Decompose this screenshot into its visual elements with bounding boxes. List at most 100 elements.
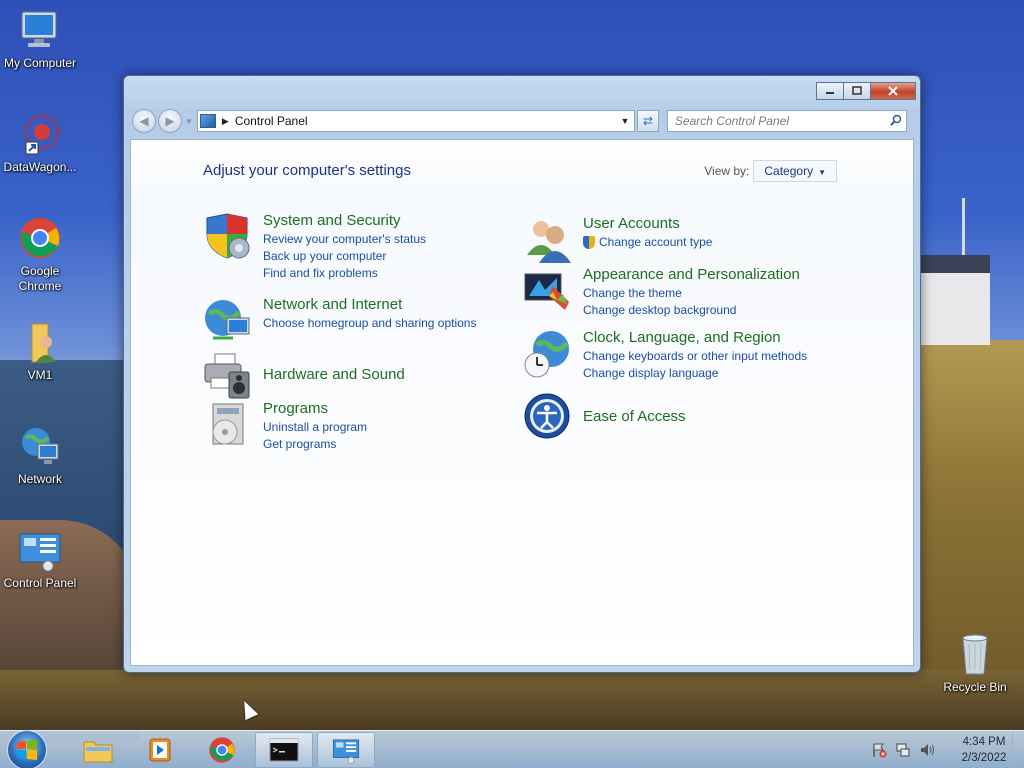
address-bar[interactable]: ▶ Control Panel ▼ <box>196 110 635 132</box>
control-panel-window: ◀ ▶ ▼ ▶ Control Panel ▼ ⇄ Adjust your co… <box>123 75 921 673</box>
chrome-icon <box>18 216 62 260</box>
link-back-up[interactable]: Back up your computer <box>263 248 426 265</box>
desktop-icon-datawagon[interactable]: DataWagon... <box>0 112 80 175</box>
taskbar-command-prompt[interactable] <box>255 731 313 768</box>
view-by-value: Category <box>764 164 814 178</box>
desktop-icon-label: VM1 <box>27 368 53 382</box>
forward-button[interactable]: ▶ <box>158 109 182 133</box>
search-input[interactable] <box>674 114 886 128</box>
category-title-ease-of-access[interactable]: Ease of Access <box>583 408 686 426</box>
view-by-dropdown[interactable]: Category ▼ <box>753 160 837 182</box>
appearance-icon[interactable] <box>523 266 573 316</box>
link-change-display-language[interactable]: Change display language <box>583 365 807 382</box>
view-by: View by: Category ▼ <box>704 160 837 182</box>
start-button[interactable] <box>7 729 47 768</box>
taskbar-media-player[interactable] <box>131 732 189 768</box>
taskbar: 4:34 PM 2/3/2022 <box>0 729 1024 768</box>
network-tray-icon[interactable] <box>894 741 912 759</box>
recycle-bin-icon <box>953 632 997 676</box>
network-globe-icon[interactable] <box>203 296 253 346</box>
category-user-accounts: User Accounts Change account type <box>523 215 712 265</box>
clock-time: 4:34 PM <box>962 736 1006 748</box>
programs-icon[interactable] <box>203 400 253 450</box>
search-box[interactable] <box>666 110 907 132</box>
category-network-and-internet: Network and Internet Choose homegroup an… <box>203 296 476 346</box>
category-title-user-accounts[interactable]: User Accounts <box>583 215 712 233</box>
wallpaper-ground <box>0 670 1024 730</box>
ease-of-access-icon[interactable] <box>523 392 573 442</box>
category-title-network-and-internet[interactable]: Network and Internet <box>263 296 476 314</box>
forward-arrow-icon: ▶ <box>165 114 175 128</box>
desktop-icon-control-panel[interactable]: Control Panel <box>0 528 80 591</box>
link-get-programs[interactable]: Get programs <box>263 436 367 453</box>
desktop-icon-vm1[interactable]: VM1 <box>0 320 80 383</box>
control-panel-icon <box>18 528 62 572</box>
category-clock-language-region: Clock, Language, and Region Change keybo… <box>523 329 807 382</box>
link-find-fix-problems[interactable]: Find and fix problems <box>263 265 426 282</box>
category-title-hardware-and-sound[interactable]: Hardware and Sound <box>263 366 405 384</box>
link-review-status[interactable]: Review your computer's status <box>263 231 426 248</box>
link-uninstall-program[interactable]: Uninstall a program <box>263 419 367 436</box>
control-panel-content: Adjust your computer's settings View by:… <box>130 139 914 666</box>
users-icon[interactable] <box>523 215 573 265</box>
command-prompt-icon <box>269 738 299 761</box>
clock-date: 2/3/2022 <box>961 752 1007 764</box>
desktop-icon-label: Google Chrome <box>18 264 62 293</box>
media-player-icon <box>149 738 171 761</box>
breadcrumb-control-panel[interactable]: Control Panel <box>235 114 616 128</box>
folder-icon <box>83 741 113 762</box>
back-arrow-icon: ◀ <box>139 114 149 128</box>
system-tray: 4:34 PM 2/3/2022 <box>870 731 1014 768</box>
search-icon[interactable] <box>886 114 906 129</box>
category-title-system-and-security[interactable]: System and Security <box>263 212 426 230</box>
refresh-icon: ⇄ <box>642 114 653 128</box>
taskbar-control-panel[interactable] <box>317 731 375 768</box>
windows-logo-icon <box>17 739 37 760</box>
category-title-programs[interactable]: Programs <box>263 400 367 418</box>
taskbar-explorer[interactable] <box>69 732 127 768</box>
computer-icon <box>18 8 62 52</box>
category-appearance-and-personalization: Appearance and Personalization Change th… <box>523 266 800 319</box>
show-desktop-button[interactable] <box>1012 731 1024 768</box>
link-homegroup-sharing[interactable]: Choose homegroup and sharing options <box>263 315 476 332</box>
view-by-label: View by: <box>704 164 750 178</box>
address-dropdown-icon[interactable]: ▼ <box>616 116 634 126</box>
minimize-button[interactable] <box>816 82 844 100</box>
link-change-desktop-background[interactable]: Change desktop background <box>583 302 800 319</box>
user-folder-icon <box>18 320 62 364</box>
desktop-icon-label: My Computer <box>3 56 77 70</box>
category-title-clock-language-region[interactable]: Clock, Language, and Region <box>583 329 807 347</box>
desktop-icon-my-computer[interactable]: My Computer <box>0 8 80 71</box>
desktop-icon-network[interactable]: Network <box>0 424 80 487</box>
link-change-keyboards[interactable]: Change keyboards or other input methods <box>583 348 807 365</box>
desktop-icon-label: DataWagon... <box>3 160 77 174</box>
breadcrumb-separator-icon[interactable]: ▶ <box>222 116 229 127</box>
action-center-flag-icon[interactable] <box>870 741 888 759</box>
link-change-account-type[interactable]: Change account type <box>583 234 712 251</box>
clock[interactable]: 4:34 PM 2/3/2022 <box>954 734 1014 766</box>
desktop-icon-google-chrome[interactable]: Google Chrome <box>0 216 80 294</box>
control-panel-small-icon <box>199 114 216 128</box>
refresh-button[interactable]: ⇄ <box>636 110 659 132</box>
taskbar-chrome[interactable] <box>193 732 251 768</box>
maximize-button[interactable] <box>843 82 871 100</box>
shield-icon[interactable] <box>203 212 253 262</box>
link-change-account-type-label: Change account type <box>599 235 713 249</box>
volume-icon[interactable] <box>918 741 936 759</box>
printer-icon[interactable] <box>203 350 253 400</box>
link-change-theme[interactable]: Change the theme <box>583 285 800 302</box>
chrome-icon <box>209 736 235 763</box>
category-title-appearance[interactable]: Appearance and Personalization <box>583 266 800 284</box>
clock-globe-icon[interactable] <box>523 329 573 379</box>
recent-pages-dropdown[interactable]: ▼ <box>185 117 193 126</box>
back-button[interactable]: ◀ <box>132 109 156 133</box>
network-icon <box>18 424 62 468</box>
desktop-icon-label: Control Panel <box>3 576 77 590</box>
page-title: Adjust your computer's settings <box>203 162 411 179</box>
close-button[interactable] <box>870 82 916 100</box>
category-programs: Programs Uninstall a program Get program… <box>203 400 367 453</box>
uac-shield-icon <box>583 236 595 249</box>
category-system-and-security: System and Security Review your computer… <box>203 212 426 282</box>
chevron-down-icon: ▼ <box>818 168 826 177</box>
desktop-icon-recycle-bin[interactable]: Recycle Bin <box>935 632 1015 695</box>
